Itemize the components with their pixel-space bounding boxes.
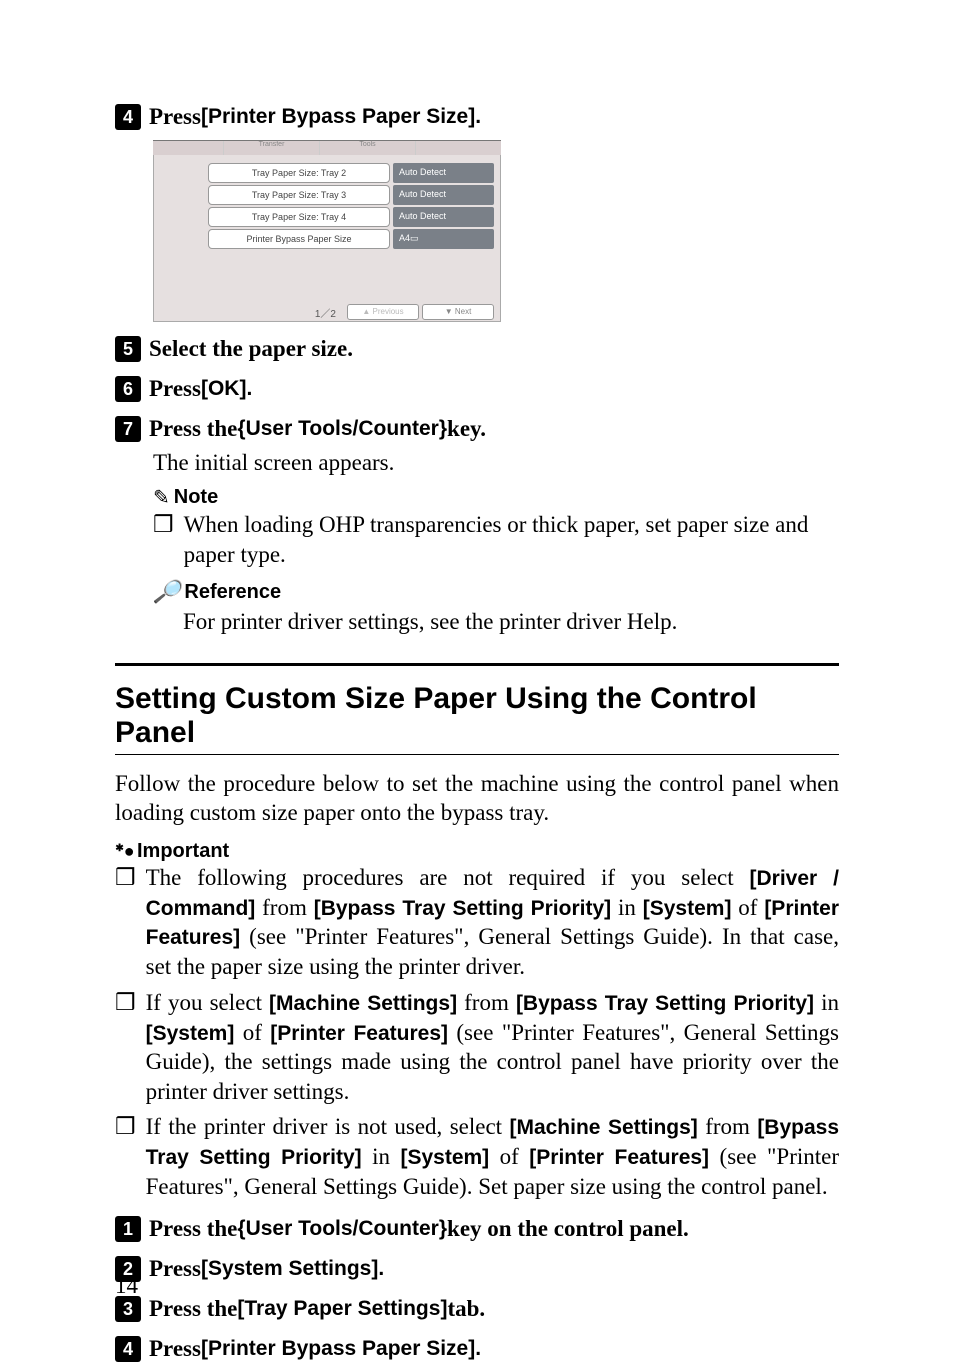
ss-row: Tray Paper Size: Tray 4Auto Detect: [160, 207, 494, 227]
step-3b-label: [Tray Paper Settings]: [237, 1297, 447, 1321]
step-7-keyopen: {: [237, 417, 245, 441]
important-bullet-text: If the printer driver is not used, selec…: [146, 1112, 839, 1201]
step-7-suffix: key.: [447, 416, 486, 442]
ss-tab-tools: Tools: [320, 141, 416, 155]
step-7-body: The initial screen appears.: [153, 448, 839, 477]
step-5: 5 Select the paper size.: [115, 336, 839, 362]
note-header: ✎ Note: [153, 485, 839, 510]
section-intro: Follow the procedure below to set the ma…: [115, 769, 839, 828]
important-bullet: ❒ If you select [Machine Settings] from […: [115, 988, 839, 1107]
ss-tabs: Transfer Tools: [153, 140, 501, 155]
step-4-bottom: 4 Press [Printer Bypass Paper Size].: [115, 1336, 839, 1362]
important-bullet: ❒ The following procedures are not requir…: [115, 863, 839, 982]
ss-row-label: Tray Paper Size: Tray 3: [208, 185, 390, 205]
step-3-bottom: 3 Press the [Tray Paper Settings] tab.: [115, 1296, 839, 1322]
ss-footer: 1／2 ▲ Previous ▼ Next: [154, 303, 500, 322]
step-6-label: [OK].: [201, 377, 252, 401]
ss-row-label: Printer Bypass Paper Size: [208, 229, 390, 249]
section-title: Setting Custom Size Paper Using the Cont…: [115, 682, 839, 750]
ss-row-label: Tray Paper Size: Tray 4: [208, 207, 390, 227]
step-7-keyclose: }: [439, 417, 447, 441]
bullet-icon: ❒: [115, 863, 136, 892]
ss-tab-left: [153, 141, 224, 155]
step-4b-label: [Printer Bypass Paper Size].: [201, 1337, 481, 1361]
step-3b-suffix: tab.: [447, 1296, 485, 1322]
note-label: Note: [174, 486, 218, 509]
bullet-icon: ❒: [115, 988, 136, 1017]
reference-header: 🔎 Reference: [153, 579, 839, 605]
step-2b-label: [System Settings].: [201, 1257, 384, 1281]
step-number-4: 4: [115, 104, 141, 130]
step-number-3-bottom: 3: [115, 1296, 141, 1322]
step-7-prefix: Press the: [149, 416, 237, 442]
step-number-7: 7: [115, 416, 141, 442]
step-number-5: 5: [115, 336, 141, 362]
note-bullet-text: When loading OHP transparencies or thick…: [184, 510, 839, 569]
step-1b-suffix: key on the control panel.: [447, 1216, 689, 1242]
magnifier-icon: 🔎: [153, 579, 180, 605]
ss-body: Tray Paper Size: Tray 2Auto DetectTray P…: [153, 155, 501, 322]
important-label: Important: [137, 840, 229, 863]
ss-next-button: ▼ Next: [422, 304, 494, 320]
page-number: 14: [115, 1273, 138, 1299]
step-1b-keylabel: User Tools/Counter: [246, 1217, 439, 1241]
bullet-icon: ❒: [153, 510, 174, 539]
step-number-1-bottom: 1: [115, 1216, 141, 1242]
pencil-icon: ✎: [153, 485, 170, 510]
step-number-6: 6: [115, 376, 141, 402]
ss-row-value: Auto Detect: [393, 185, 494, 205]
reference-label: Reference: [184, 581, 281, 604]
ss-tab-transfer: Transfer: [224, 141, 320, 155]
ss-spacer: [154, 251, 500, 303]
step-4-top: 4 Press [Printer Bypass Paper Size].: [115, 104, 839, 130]
step-7-keylabel: User Tools/Counter: [246, 417, 439, 441]
ss-row: Printer Bypass Paper SizeA4▭: [160, 229, 494, 249]
ss-page-counter: 1／2: [315, 305, 336, 320]
step-4-prefix: Press: [149, 104, 201, 130]
important-bullet-text: The following procedures are not require…: [146, 863, 839, 982]
important-icon: ✱●: [115, 841, 135, 861]
step-6-prefix: Press: [149, 376, 201, 402]
ss-row-value: Auto Detect: [393, 207, 494, 227]
ss-row-value: A4▭: [393, 229, 494, 249]
step-6: 6 Press [OK].: [115, 376, 839, 402]
step-2-bottom: 2 Press [System Settings].: [115, 1256, 839, 1282]
important-bullet: ❒ If the printer driver is not used, sele…: [115, 1112, 839, 1201]
bullet-icon: ❒: [115, 1112, 136, 1141]
step-1b-prefix: Press the: [149, 1216, 237, 1242]
step-3b-prefix: Press the: [149, 1296, 237, 1322]
step-4b-prefix: Press: [149, 1336, 201, 1362]
step-7: 7 Press the { User Tools/Counter } key.: [115, 416, 839, 442]
device-screenshot: Transfer Tools Tray Paper Size: Tray 2Au…: [153, 140, 501, 322]
step-1b-keyopen: {: [237, 1217, 245, 1241]
step-5-text: Select the paper size.: [149, 336, 353, 362]
reference-text: For printer driver settings, see the pri…: [183, 607, 839, 636]
ss-row-label: Tray Paper Size: Tray 2: [208, 163, 390, 183]
step-number-4-bottom: 4: [115, 1336, 141, 1362]
ss-row: Tray Paper Size: Tray 3Auto Detect: [160, 185, 494, 205]
step-4-label: [Printer Bypass Paper Size].: [201, 105, 481, 129]
important-bullet-text: If you select [Machine Settings] from [B…: [146, 988, 839, 1107]
step-2b-prefix: Press: [149, 1256, 201, 1282]
section-rule-bottom: [115, 754, 839, 755]
note-bullet: ❒ When loading OHP transparencies or thi…: [153, 510, 839, 569]
important-header: ✱● Important: [115, 840, 839, 863]
step-1-bottom: 1 Press the { User Tools/Counter } key o…: [115, 1216, 839, 1242]
step-1b-keyclose: }: [439, 1217, 447, 1241]
ss-row: Tray Paper Size: Tray 2Auto Detect: [160, 163, 494, 183]
ss-row-value: Auto Detect: [393, 163, 494, 183]
section-rule-top: [115, 663, 839, 666]
ss-prev-button: ▲ Previous: [347, 304, 419, 320]
